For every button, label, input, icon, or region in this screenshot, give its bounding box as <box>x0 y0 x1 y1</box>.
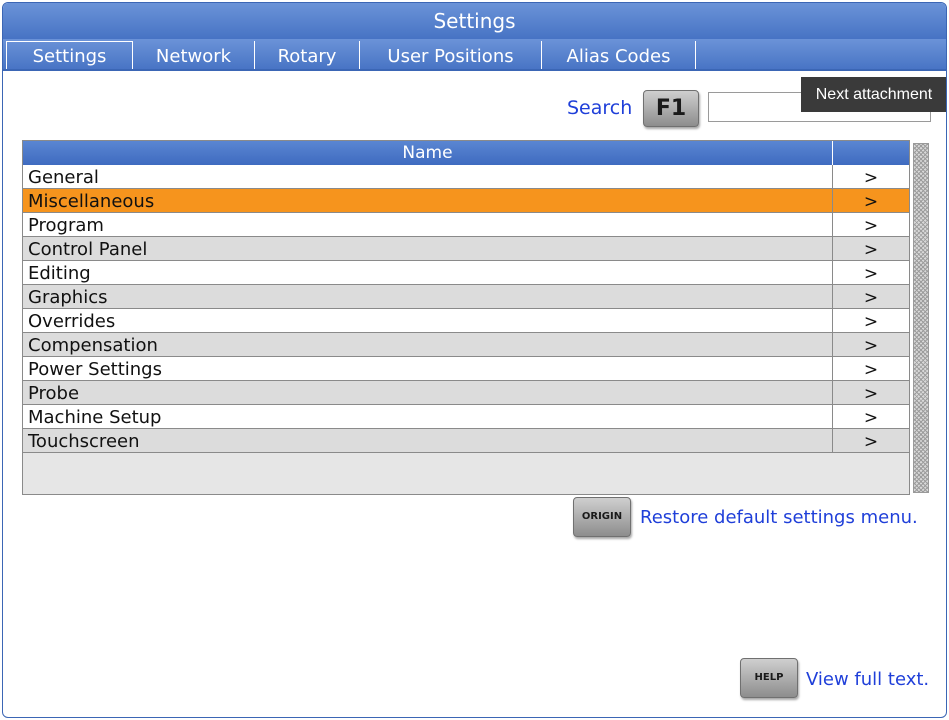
chevron-right-icon[interactable]: > <box>833 261 909 288</box>
tab-underline <box>3 69 946 71</box>
chevron-right-icon[interactable]: > <box>833 381 909 408</box>
table-row[interactable]: Probe > <box>23 381 909 405</box>
table-row[interactable]: Editing > <box>23 261 909 285</box>
row-name: Power Settings <box>28 359 162 380</box>
table-row[interactable]: Machine Setup > <box>23 405 909 429</box>
tab-settings[interactable]: Settings <box>6 41 133 70</box>
chevron-right-icon[interactable]: > <box>833 237 909 264</box>
table-row[interactable]: Program > <box>23 213 909 237</box>
table-scrollbar[interactable] <box>913 143 929 493</box>
next-attachment-tooltip: Next attachment <box>801 77 946 112</box>
row-name: Miscellaneous <box>28 191 155 212</box>
column-divider <box>832 141 833 165</box>
chevron-right-icon[interactable]: > <box>833 213 909 240</box>
row-name: Editing <box>28 263 91 284</box>
chevron-right-icon[interactable]: > <box>833 405 909 432</box>
table-row[interactable]: General > <box>23 165 909 189</box>
tab-rotary[interactable]: Rotary <box>255 41 360 70</box>
table-row[interactable]: Control Panel > <box>23 237 909 261</box>
row-name: Overrides <box>28 311 116 332</box>
chevron-right-icon[interactable]: > <box>833 189 909 216</box>
row-name: Probe <box>28 383 80 404</box>
column-header-name: Name <box>402 143 453 163</box>
settings-table: Name General > Miscellaneous > Program >… <box>22 140 910 495</box>
tab-alias-codes[interactable]: Alias Codes <box>542 41 696 70</box>
row-name: Program <box>28 215 104 236</box>
table-row[interactable]: Graphics > <box>23 285 909 309</box>
restore-defaults-text: Restore default settings menu. <box>640 507 918 528</box>
chevron-right-icon[interactable]: > <box>833 285 909 312</box>
row-name: Compensation <box>28 335 158 356</box>
table-row[interactable]: Power Settings > <box>23 357 909 381</box>
table-row[interactable]: Touchscreen > <box>23 429 909 453</box>
table-row[interactable]: Compensation > <box>23 333 909 357</box>
origin-key-button[interactable]: ORIGIN <box>573 497 631 537</box>
chevron-right-icon[interactable]: > <box>833 309 909 336</box>
chevron-right-icon[interactable]: > <box>833 357 909 384</box>
settings-window: Settings Settings Network Rotary User Po… <box>2 2 947 718</box>
tab-network[interactable]: Network <box>133 41 255 70</box>
row-name: General <box>28 167 99 188</box>
help-key-button[interactable]: HELP <box>740 658 798 698</box>
table-row-selected[interactable]: Miscellaneous > <box>23 189 909 213</box>
search-label: Search <box>567 97 633 119</box>
table-body: General > Miscellaneous > Program > Cont… <box>23 165 909 453</box>
chevron-right-icon[interactable]: > <box>833 165 909 192</box>
f1-key-button[interactable]: F1 <box>643 90 699 127</box>
view-full-text: View full text. <box>806 669 930 690</box>
row-name: Graphics <box>28 287 108 308</box>
row-name: Control Panel <box>28 239 148 260</box>
chevron-right-icon[interactable]: > <box>833 333 909 360</box>
row-name: Machine Setup <box>28 407 162 428</box>
row-name: Touchscreen <box>28 431 140 452</box>
table-row[interactable]: Overrides > <box>23 309 909 333</box>
tab-bar: Settings Network Rotary User Positions A… <box>3 39 946 70</box>
table-header: Name <box>23 141 909 165</box>
window-title: Settings <box>3 3 946 39</box>
chevron-right-icon[interactable]: > <box>833 429 909 456</box>
tab-user-positions[interactable]: User Positions <box>360 41 542 70</box>
